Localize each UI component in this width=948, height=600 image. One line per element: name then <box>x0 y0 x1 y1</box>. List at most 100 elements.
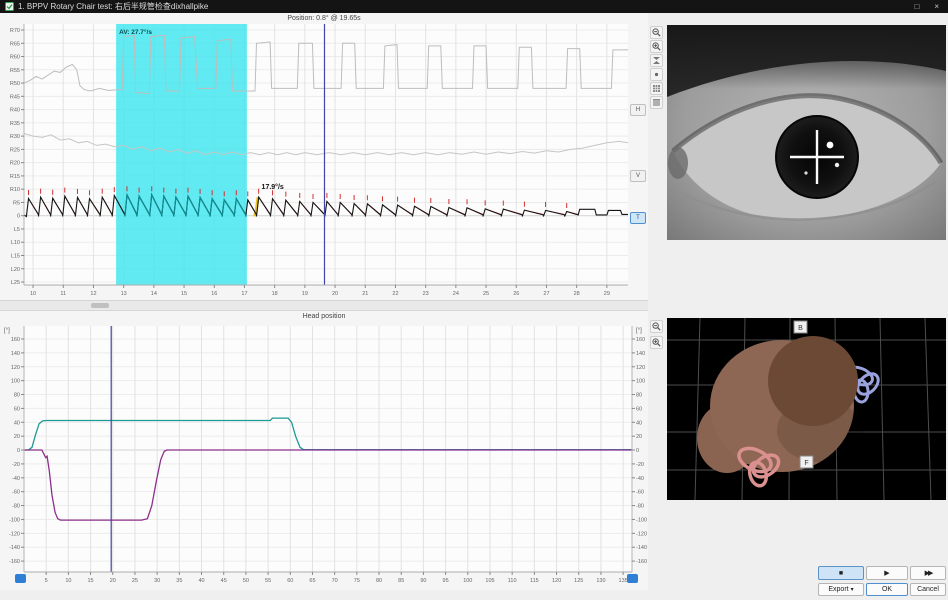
center-marker-button[interactable] <box>650 68 663 81</box>
x-tick-label: 55 <box>265 578 271 584</box>
y-tick-label: -120 <box>9 531 20 537</box>
x-tick-label: 120 <box>552 578 561 584</box>
x-tick-label: 130 <box>596 578 605 584</box>
head-model-view[interactable]: B F <box>667 318 946 500</box>
y-tick-label: -100 <box>9 517 20 523</box>
timeline-scroll-thumb-left[interactable] <box>15 574 26 583</box>
zoom-in-button[interactable] <box>650 40 663 53</box>
grid-view-button[interactable] <box>650 82 663 95</box>
zoom-out-button[interactable] <box>650 26 663 39</box>
x-tick-label: 30 <box>154 578 160 584</box>
x-tick-label: 21 <box>362 291 368 297</box>
channel-button-vertical[interactable]: V <box>630 170 646 182</box>
table-icon <box>652 98 661 107</box>
y-tick-label: 120 <box>636 365 645 371</box>
timeline-scroll-thumb-right[interactable] <box>627 574 638 583</box>
x-tick-label: 100 <box>463 578 472 584</box>
eye-camera-view <box>667 25 946 240</box>
corneal-reflection <box>827 142 834 149</box>
x-tick-label: 10 <box>65 578 71 584</box>
x-tick-label: 26 <box>513 291 519 297</box>
x-tick-label: 70 <box>332 578 338 584</box>
position-chart[interactable]: AV: 27.7°/s17.9°/sR70R65R60R55R50R45R40R… <box>0 24 648 301</box>
y-tick-label: 20 <box>636 434 642 440</box>
chart-splitter[interactable] <box>0 300 648 311</box>
x-tick-label: 85 <box>398 578 404 584</box>
y-tick-label: 140 <box>11 351 20 357</box>
back-label: B <box>794 321 807 333</box>
zoom-in-icon <box>652 42 661 51</box>
stop-button[interactable]: ■ <box>818 566 864 580</box>
export-dropdown[interactable]: Export ▾ <box>818 583 864 596</box>
x-tick-label: 22 <box>392 291 398 297</box>
x-tick-label: 25 <box>132 578 138 584</box>
plot-area <box>24 326 632 572</box>
y-tick-label: -40 <box>12 476 20 482</box>
zoom-out-icon <box>652 28 661 37</box>
head-position-chart-title: Head position <box>0 311 648 322</box>
play-button[interactable]: ▶ <box>866 566 908 580</box>
splitter-scroll-thumb[interactable] <box>91 303 109 308</box>
fast-forward-icon: ▶▶ <box>925 570 932 577</box>
y-tick-label: R50 <box>10 81 20 87</box>
ok-button[interactable]: OK <box>866 583 908 596</box>
dropdown-caret-icon: ▾ <box>851 586 854 593</box>
y-tick-label: 60 <box>636 406 642 412</box>
zoom-out-button-bottom[interactable] <box>650 320 663 333</box>
y-tick-label: 160 <box>636 337 645 343</box>
y-tick-label: -140 <box>9 545 20 551</box>
x-tick-label: 20 <box>110 578 116 584</box>
y-tick-label: 0 <box>17 448 20 454</box>
y-tick-label: R40 <box>10 108 20 114</box>
export-label: Export <box>828 586 848 593</box>
x-tick-label: 12 <box>90 291 96 297</box>
zoom-in-button-bottom[interactable] <box>650 336 663 349</box>
x-tick-label: 15 <box>88 578 94 584</box>
channel-button-horizontal[interactable]: H <box>630 104 646 116</box>
y-tick-label: R5 <box>13 200 20 206</box>
front-label: F <box>800 456 813 468</box>
x-tick-label: 28 <box>574 291 580 297</box>
x-tick-label: 125 <box>574 578 583 584</box>
channel-button-torsional[interactable]: T <box>630 212 646 224</box>
position-chart-panel: Position: 0.8° @ 19.65s AV: 27.7°/s17.9°… <box>0 13 648 301</box>
y-tick-label: -140 <box>636 545 647 551</box>
fast-forward-button[interactable]: ▶▶ <box>910 566 946 580</box>
y-tick-label: R10 <box>10 187 20 193</box>
maximize-button[interactable]: □ <box>914 0 919 13</box>
y-tick-label: -60 <box>12 490 20 496</box>
y-tick-label: 80 <box>14 393 20 399</box>
inner-canthus <box>668 147 688 179</box>
y-tick-label: L25 <box>11 280 20 286</box>
x-tick-label: 29 <box>604 291 610 297</box>
selection-region[interactable] <box>116 24 247 285</box>
y-tick-label: 140 <box>636 351 645 357</box>
y-tick-label: 80 <box>636 393 642 399</box>
cancel-button[interactable]: Cancel <box>910 583 946 596</box>
x-tick-label: 25 <box>483 291 489 297</box>
position-chart-title: Position: 0.8° @ 19.65s <box>0 13 648 24</box>
x-tick-label: 16 <box>211 291 217 297</box>
window-title: 1. BPPV Rotary Chair test: 右后半规管检查dixhal… <box>18 1 208 12</box>
y-tick-label: -20 <box>636 462 644 468</box>
fit-vertical-button[interactable] <box>650 54 663 67</box>
x-tick-label: 80 <box>376 578 382 584</box>
zoom-out-icon <box>652 322 661 331</box>
head-position-chart[interactable]: 1601601401401201201001008080606040402020… <box>0 322 648 590</box>
app-icon <box>5 2 14 11</box>
table-view-button[interactable] <box>650 96 663 109</box>
y-tick-label: R55 <box>10 68 20 74</box>
x-tick-label: 115 <box>530 578 539 584</box>
corneal-reflection <box>804 171 807 174</box>
selection-av-label: AV: 27.7°/s <box>119 28 152 36</box>
y-tick-label: 100 <box>636 379 645 385</box>
y-tick-label: R65 <box>10 41 20 47</box>
x-tick-label: 10 <box>30 291 36 297</box>
y-tick-label: -100 <box>636 517 647 523</box>
x-tick-label: 60 <box>287 578 293 584</box>
y-tick-label: R60 <box>10 55 20 61</box>
x-tick-label: 90 <box>420 578 426 584</box>
x-tick-label: 27 <box>543 291 549 297</box>
grid-icon <box>652 84 661 93</box>
close-button[interactable]: × <box>934 0 939 13</box>
